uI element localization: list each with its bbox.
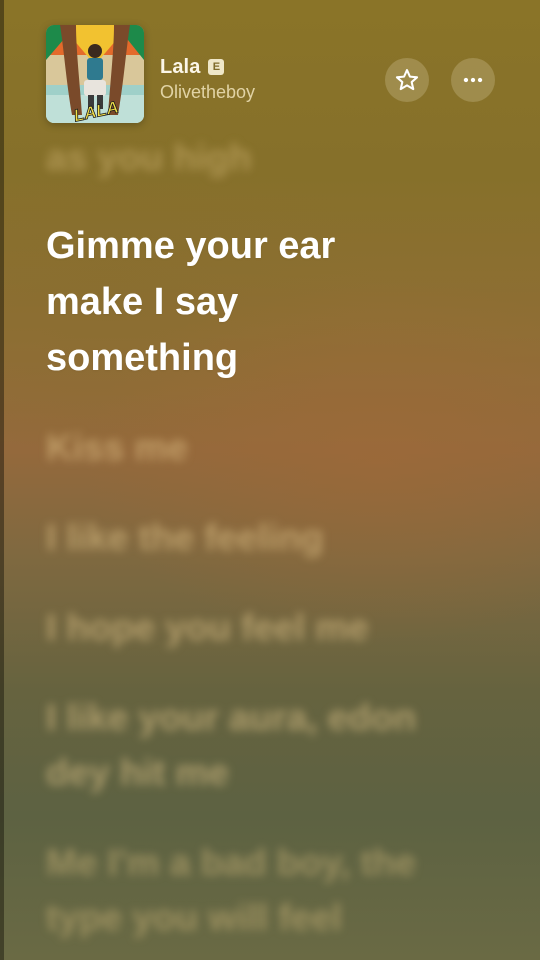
- lyrics-screen: LALA Lala E Olivetheboy as you high Gimm: [0, 0, 540, 960]
- album-art-image: LALA: [46, 25, 144, 123]
- track-info[interactable]: Lala E Olivetheboy: [160, 54, 255, 103]
- star-icon: [395, 69, 419, 91]
- lyric-line[interactable]: I hope you feel me: [46, 600, 494, 655]
- track-title: Lala: [160, 55, 201, 78]
- more-options-button[interactable]: [451, 58, 495, 102]
- lyric-line-previous[interactable]: as you high: [46, 130, 494, 185]
- lyric-line[interactable]: I like your aura, edon dey hit me: [46, 690, 486, 800]
- explicit-badge: E: [208, 59, 225, 75]
- lyric-line[interactable]: Me I'm a bad boy, the type you will feel: [46, 835, 486, 945]
- ellipsis-icon: [463, 77, 483, 83]
- favorite-button[interactable]: [385, 58, 429, 102]
- artist-name[interactable]: Olivetheboy: [160, 82, 255, 103]
- album-art[interactable]: LALA: [46, 25, 144, 123]
- lyric-line[interactable]: I like the feeling: [46, 510, 494, 565]
- now-playing-header: LALA Lala E Olivetheboy: [46, 24, 495, 124]
- lyric-line-current[interactable]: Gimme your ear make I say something: [46, 218, 406, 386]
- lyric-line[interactable]: Kiss me: [46, 420, 494, 475]
